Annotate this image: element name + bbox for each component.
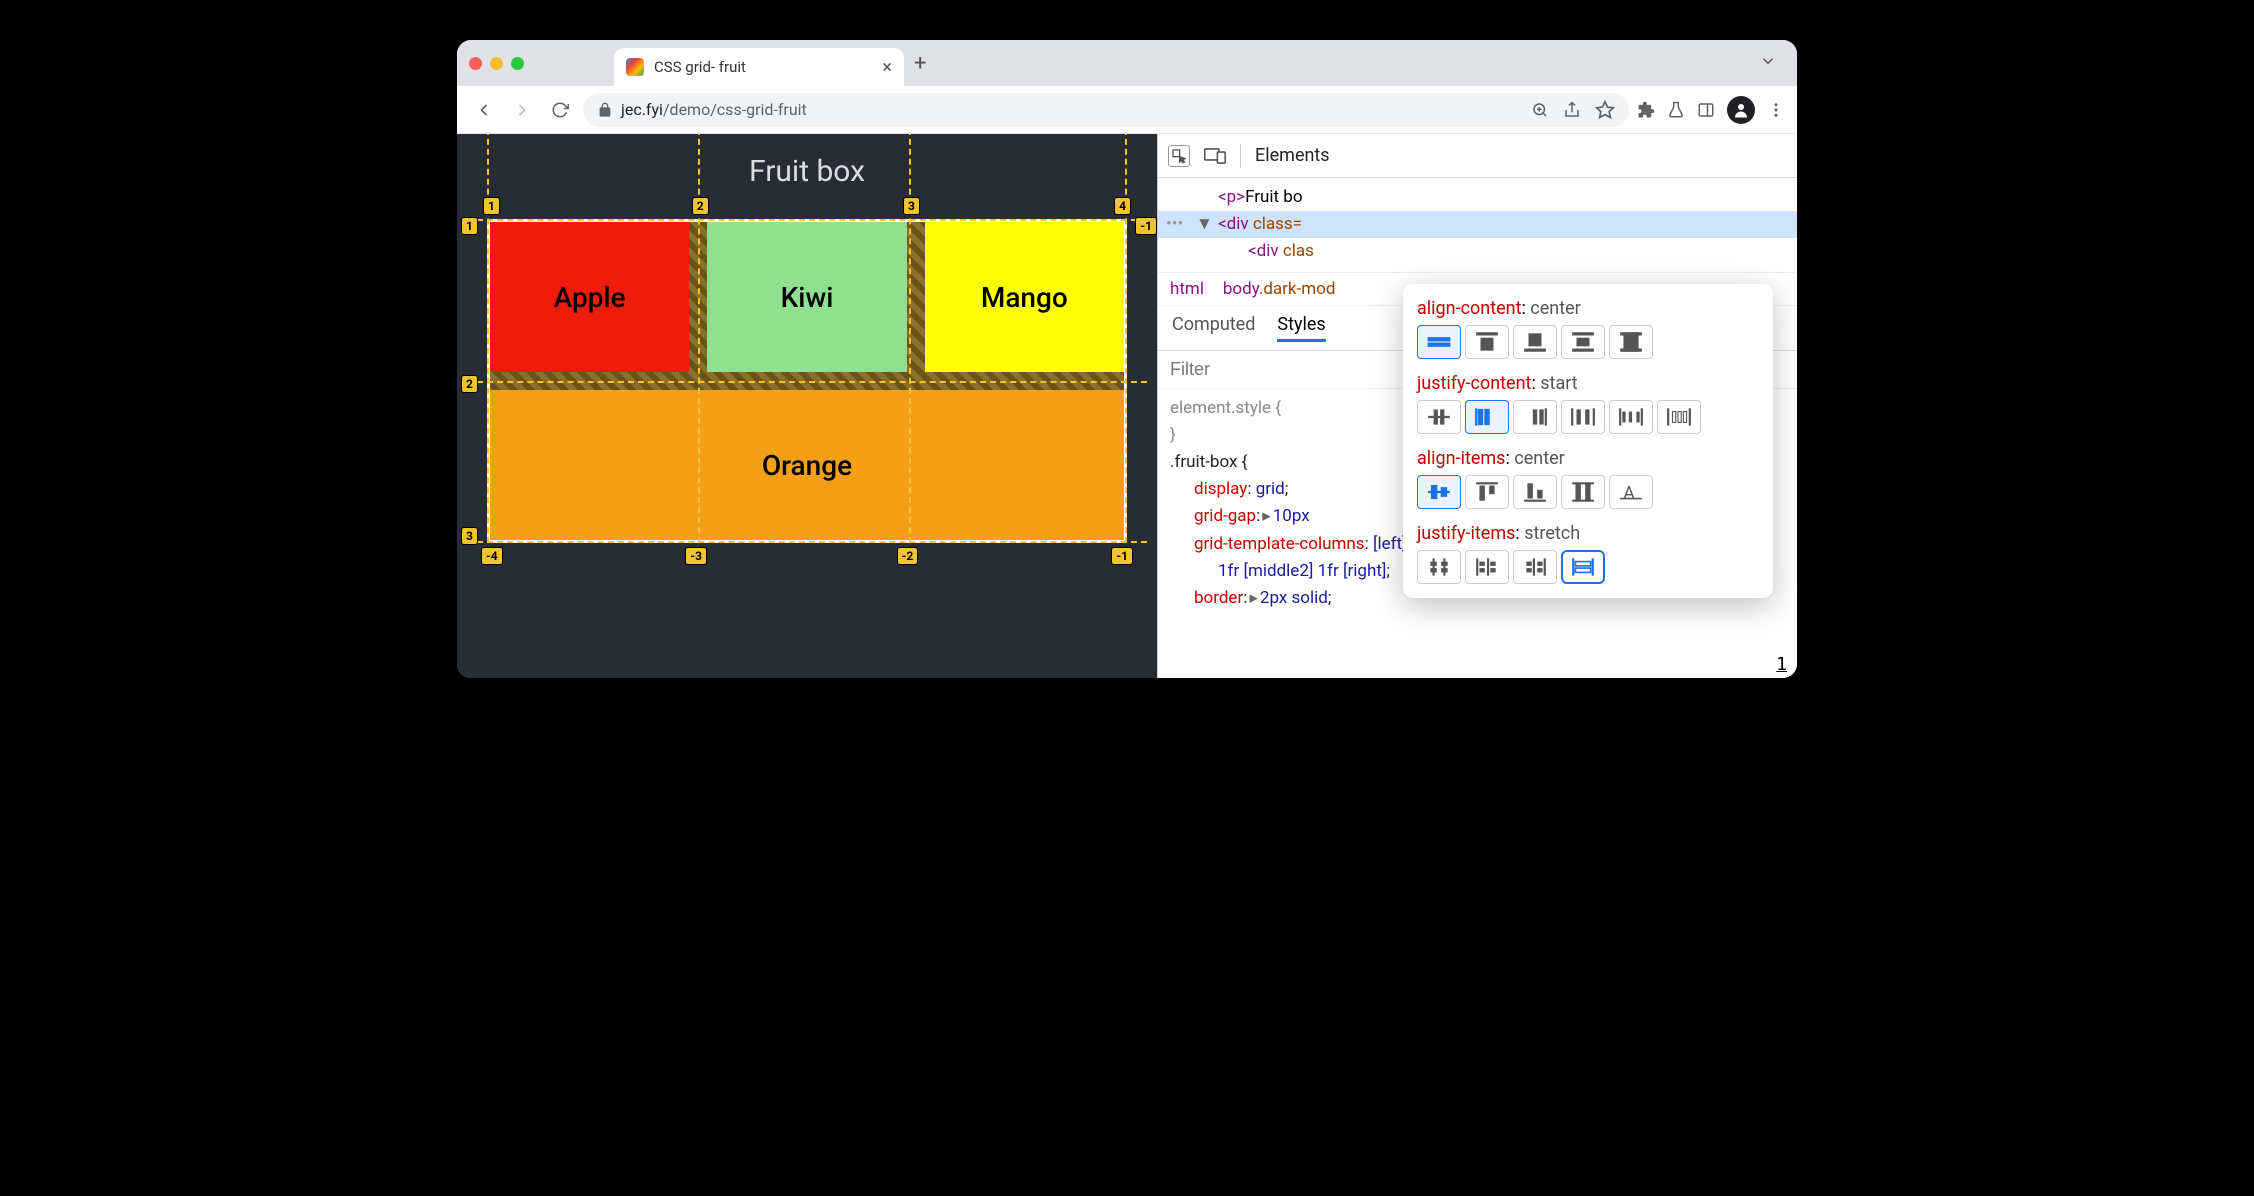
grid-cell-kiwi: Kiwi (707, 222, 906, 372)
justify-content-space-around-option[interactable] (1561, 400, 1605, 434)
align-items-start-option[interactable] (1465, 475, 1509, 509)
content-area: Fruit box Apple Kiwi Mango Orange 1 (457, 134, 1797, 678)
omnibox-actions (1531, 100, 1615, 120)
menu-icon[interactable] (1767, 101, 1785, 119)
back-button[interactable] (469, 95, 499, 125)
toolbar: jec.fyi/demo/css-grid-fruit (457, 86, 1797, 134)
new-tab-button[interactable]: + (914, 51, 926, 76)
crumb-body[interactable]: body (1223, 279, 1259, 299)
align-items-center-option[interactable] (1417, 475, 1461, 509)
justify-items-group: justify-items: stretch (1417, 523, 1759, 584)
browser-tab[interactable]: CSS grid- fruit × (614, 48, 904, 86)
justify-items-start-option[interactable] (1465, 550, 1509, 584)
dom-node-selected[interactable]: •••▼<div class= (1158, 211, 1797, 238)
tab-title: CSS grid- fruit (654, 58, 872, 76)
grid-cell-mango: Mango (925, 222, 1124, 372)
justify-content-center-option[interactable] (1417, 400, 1461, 434)
grid-label: -3 (685, 547, 707, 565)
justify-items-stretch-option[interactable] (1561, 550, 1605, 584)
align-content-label: align-content (1417, 298, 1521, 319)
page-heading: Fruit box (457, 154, 1157, 189)
url-text: jec.fyi/demo/css-grid-fruit (621, 100, 807, 119)
align-content-stretch-option[interactable] (1609, 325, 1653, 359)
grid-overlay-wrap: Apple Kiwi Mango Orange 1 2 3 4 1 2 3 -1… (487, 219, 1127, 543)
sidepanel-icon[interactable] (1697, 101, 1715, 119)
grid-label: 1 (461, 217, 478, 235)
justify-content-space-evenly-option[interactable] (1657, 400, 1701, 434)
grid-label: -1 (1111, 547, 1133, 565)
grid-label: 4 (1114, 197, 1131, 215)
align-items-label: align-items (1417, 448, 1505, 469)
justify-items-label: justify-items (1417, 523, 1515, 544)
grid-label: 3 (461, 527, 478, 545)
line-number[interactable]: 1 (1776, 654, 1787, 675)
dom-node[interactable]: <div clas (1158, 238, 1797, 265)
justify-items-center-option[interactable] (1417, 550, 1461, 584)
grid-cell-orange: Orange (490, 390, 1124, 540)
toolbar-actions (1637, 96, 1785, 124)
align-content-end-option[interactable] (1513, 325, 1557, 359)
page-viewport: Fruit box Apple Kiwi Mango Orange 1 (457, 134, 1157, 678)
profile-avatar[interactable] (1727, 96, 1755, 124)
align-items-group: align-items: center A (1417, 448, 1759, 509)
address-bar[interactable]: jec.fyi/demo/css-grid-fruit (583, 93, 1629, 127)
devtools-tab-elements[interactable]: Elements (1255, 145, 1330, 166)
grid-alignment-editor: align-content: center justify-content: s… (1403, 284, 1773, 598)
align-items-end-option[interactable] (1513, 475, 1557, 509)
align-content-start-option[interactable] (1465, 325, 1509, 359)
favicon-icon (626, 58, 644, 76)
dom-node[interactable]: <p>Fruit bo (1158, 184, 1797, 211)
grid-label: 1 (483, 197, 500, 215)
devtools-toolbar: Elements (1158, 134, 1797, 178)
grid-cell-apple: Apple (490, 222, 689, 372)
align-content-group: align-content: center (1417, 298, 1759, 359)
grid-label: 3 (903, 197, 920, 215)
zoom-icon[interactable] (1531, 101, 1549, 119)
close-tab-button[interactable]: × (882, 57, 892, 78)
device-toolbar-button[interactable] (1204, 145, 1226, 167)
justify-content-start-option[interactable] (1465, 400, 1509, 434)
tab-strip: CSS grid- fruit × + (457, 40, 1797, 86)
bookmark-star-icon[interactable] (1595, 100, 1615, 120)
lock-icon (597, 102, 613, 118)
tab-computed[interactable]: Computed (1172, 314, 1255, 342)
justify-items-end-option[interactable] (1513, 550, 1557, 584)
align-items-baseline-option[interactable]: A (1609, 475, 1653, 509)
grid-label: 2 (461, 375, 478, 393)
grid-label: -1 (1135, 217, 1157, 235)
dom-tree[interactable]: <p>Fruit bo •••▼<div class= <div clas (1158, 178, 1797, 272)
align-content-center-option[interactable] (1417, 325, 1461, 359)
close-window-button[interactable] (469, 57, 482, 70)
window-controls (469, 57, 524, 70)
grid-label: -2 (897, 547, 919, 565)
crumb-html[interactable]: html (1170, 279, 1204, 299)
share-icon[interactable] (1563, 101, 1581, 119)
browser-window: CSS grid- fruit × + jec.fyi/demo/css-gri… (457, 40, 1797, 678)
inspect-element-button[interactable] (1168, 145, 1190, 167)
reload-button[interactable] (545, 95, 575, 125)
minimize-window-button[interactable] (490, 57, 503, 70)
justify-content-space-between-option[interactable] (1609, 400, 1653, 434)
align-content-space-between-option[interactable] (1561, 325, 1605, 359)
justify-content-end-option[interactable] (1513, 400, 1557, 434)
forward-button[interactable] (507, 95, 537, 125)
labs-icon[interactable] (1667, 101, 1685, 119)
grid-label: 2 (692, 197, 709, 215)
svg-text:A: A (1623, 484, 1635, 504)
extensions-icon[interactable] (1637, 101, 1655, 119)
maximize-window-button[interactable] (511, 57, 524, 70)
justify-content-label: justify-content (1417, 373, 1531, 394)
grid-label: -4 (481, 547, 503, 565)
align-items-stretch-option[interactable] (1561, 475, 1605, 509)
tab-styles[interactable]: Styles (1277, 314, 1325, 342)
tabs-dropdown-button[interactable] (1759, 52, 1777, 74)
justify-content-group: justify-content: start (1417, 373, 1759, 434)
